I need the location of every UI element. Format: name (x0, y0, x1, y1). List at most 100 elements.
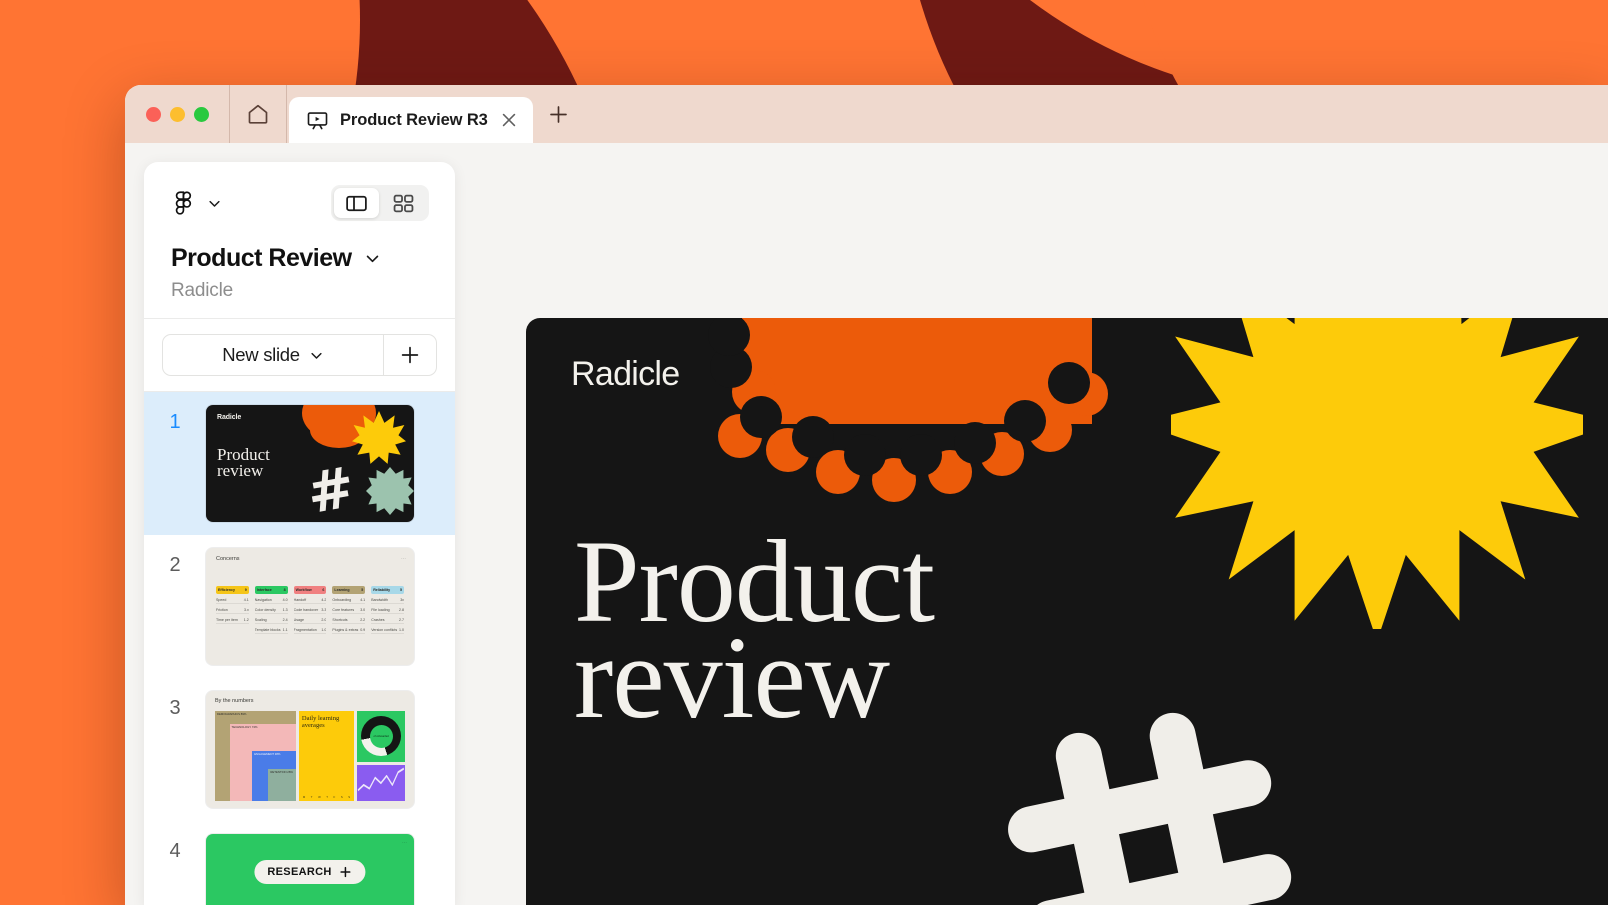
thumb-headline: Product review (217, 447, 270, 479)
figma-logo-icon (171, 190, 198, 217)
pill-label: RESEARCH (267, 866, 331, 878)
slide-headline-line2: review (574, 612, 889, 743)
cream-hashtag (991, 695, 1311, 905)
slide-canvas[interactable]: Radicle Product review Product Manager (455, 143, 1608, 905)
zoom-window-button[interactable] (194, 107, 209, 122)
thumb-row: Fragmentation1.0 (294, 628, 327, 635)
thumb-column: Learning 5 Onboarding4.1 Core features3.… (332, 586, 365, 634)
thumb-row: Template blocks1.1 (255, 628, 288, 635)
grid-layout-icon (391, 191, 416, 216)
slide-preview-2: Concerns ⋯ Efficiency 9 Speed4.1 Frictio… (206, 548, 414, 665)
thumb-row: Plugins & extras0.9 (332, 628, 365, 635)
new-slide-label: New slide (222, 344, 300, 366)
thumb-column-tag: Reliability 5 (371, 586, 404, 594)
plus-icon (398, 343, 422, 367)
donut-center-label: of onboarded (370, 725, 393, 748)
presentation-icon (306, 109, 329, 132)
slide-headline: Product review (574, 534, 934, 726)
slide-preview-3: By the numbers DEMOGRAPHICS 89% TECHNOLO… (206, 691, 414, 808)
thumb-column: Interface 8 Navigation4.0 Color density1… (255, 586, 288, 634)
thumb-logo: Radicle (217, 414, 241, 421)
home-icon (246, 102, 270, 126)
view-mode-toggle[interactable] (331, 185, 429, 221)
thumb-bar-chart: Daily learning averages (299, 711, 354, 801)
slide-thumbnail-3[interactable]: 3 By the numbers DEMOGRAPHICS 89% TECHNO… (144, 678, 455, 821)
tag-count: 9 (245, 588, 247, 592)
thumb-row: Bandwidth3x (371, 598, 404, 605)
thumb-row: Friction3.x (216, 608, 249, 615)
thumb-row: File loading2.8 (371, 608, 404, 615)
home-button[interactable] (229, 85, 287, 143)
browser-tab-product-review-r3[interactable]: Product Review R3 (289, 97, 533, 143)
thumb-columns: Efficiency 9 Speed4.1 Friction3.x Time p… (216, 586, 404, 634)
deck-title-row[interactable]: Product Review (171, 244, 429, 273)
slide-preview-1: # Radicle Product review (206, 405, 414, 522)
thumb-row: Shortcuts2.2 (332, 618, 365, 625)
slide-thumbnail-list[interactable]: 1 # Radicle Product review (144, 392, 455, 905)
thumb-row: Version conflicts1.0 (371, 628, 404, 635)
chevron-down-icon[interactable] (364, 250, 381, 267)
slide-thumbnail-1[interactable]: 1 # Radicle Product review (144, 392, 455, 535)
single-slide-view-button[interactable] (334, 188, 379, 218)
slide-brand-logo: Radicle (571, 355, 680, 394)
thumb-headline-line2: review (217, 461, 263, 480)
thumb-column: Reliability 5 Bandwidth3x File loading2.… (371, 586, 404, 634)
panel-layout-icon (344, 191, 369, 216)
minimize-window-button[interactable] (170, 107, 185, 122)
tag-label: Efficiency (218, 588, 235, 592)
slide-number: 2 (144, 548, 206, 577)
browser-tab-close-button[interactable] (499, 110, 519, 130)
new-tab-button[interactable] (533, 85, 585, 143)
thumb-row: Navigation4.0 (255, 598, 288, 605)
thumb-hashtag-icon: # (304, 464, 364, 522)
slide-number: 1 (144, 405, 206, 434)
donut-ring: of onboarded (361, 716, 401, 756)
new-slide-button[interactable]: New slide (162, 334, 384, 376)
thumb-menu-dots-icon: ⋯ (401, 556, 406, 562)
bar-chart-axis: M T W T F S S (303, 795, 350, 799)
thumb-row: Color density1.3 (255, 608, 288, 615)
deck-subtitle: Radicle (171, 280, 429, 302)
bar-chart-bars (303, 737, 350, 793)
thumb-row: Usage2.0 (294, 618, 327, 625)
window-traffic-lights[interactable] (125, 85, 229, 143)
line-chart-svg (357, 765, 405, 801)
thumb-row: Handoff4.2 (294, 598, 327, 605)
thumb-column-tag: Efficiency 9 (216, 586, 249, 594)
sidebar-top-row (171, 184, 429, 222)
bar-chart-title: Daily learning averages (302, 715, 351, 729)
thumb-column: Efficiency 9 Speed4.1 Friction3.x Time p… (216, 586, 249, 634)
close-window-button[interactable] (146, 107, 161, 122)
thumb-research-pill: RESEARCH (254, 860, 365, 884)
current-slide[interactable]: Radicle Product review Product Manager (526, 318, 1608, 905)
thumb-row: Core features3.0 (332, 608, 365, 615)
slide-number: 4 (144, 834, 206, 863)
slide-preview-4: ⋯ RESEARCH (206, 834, 414, 905)
chevron-down-icon (309, 348, 324, 363)
orange-scallop-blob (742, 318, 1092, 424)
thumb-row: Code handover3.3 (294, 608, 327, 615)
slides-sidebar: Product Review Radicle New slide (144, 162, 455, 905)
figma-menu-button[interactable] (171, 190, 222, 217)
thumb-right-column: of onboarded (357, 711, 405, 801)
thumb-dashboard-grid: DEMOGRAPHICS 89% TECHNOLOGY 74% ENGAGEME… (215, 711, 405, 801)
browser-tab-strip: Product Review R3 (125, 85, 1608, 143)
slide-number: 3 (144, 691, 206, 720)
slide-thumbnail-2[interactable]: 2 Concerns ⋯ Efficiency 9 Speed4.1 (144, 535, 455, 678)
thumb-row: Speed4.1 (216, 598, 249, 605)
chevron-down-icon (207, 196, 222, 211)
plus-icon (339, 865, 353, 879)
grid-view-button[interactable] (381, 188, 426, 218)
thumb-treemap: DEMOGRAPHICS 89% TECHNOLOGY 74% ENGAGEME… (215, 711, 296, 801)
thumb-row: Crashes2.7 (371, 618, 404, 625)
thumb-sage-blob (366, 467, 414, 515)
thumb-column-tag: Learning 5 (332, 586, 365, 594)
thumb-row: Time per item1.2 (216, 618, 249, 625)
thumb-menu-dots-icon: ⋯ (402, 840, 407, 846)
add-slide-button[interactable] (384, 334, 437, 376)
thumb-title: Concerns (216, 556, 240, 562)
thumb-line-chart (357, 765, 405, 801)
slide-thumbnail-4[interactable]: 4 ⋯ RESEARCH (144, 821, 455, 905)
thumb-row: Onboarding4.1 (332, 598, 365, 605)
thumb-column-tag: Workflow 6 (294, 586, 327, 594)
